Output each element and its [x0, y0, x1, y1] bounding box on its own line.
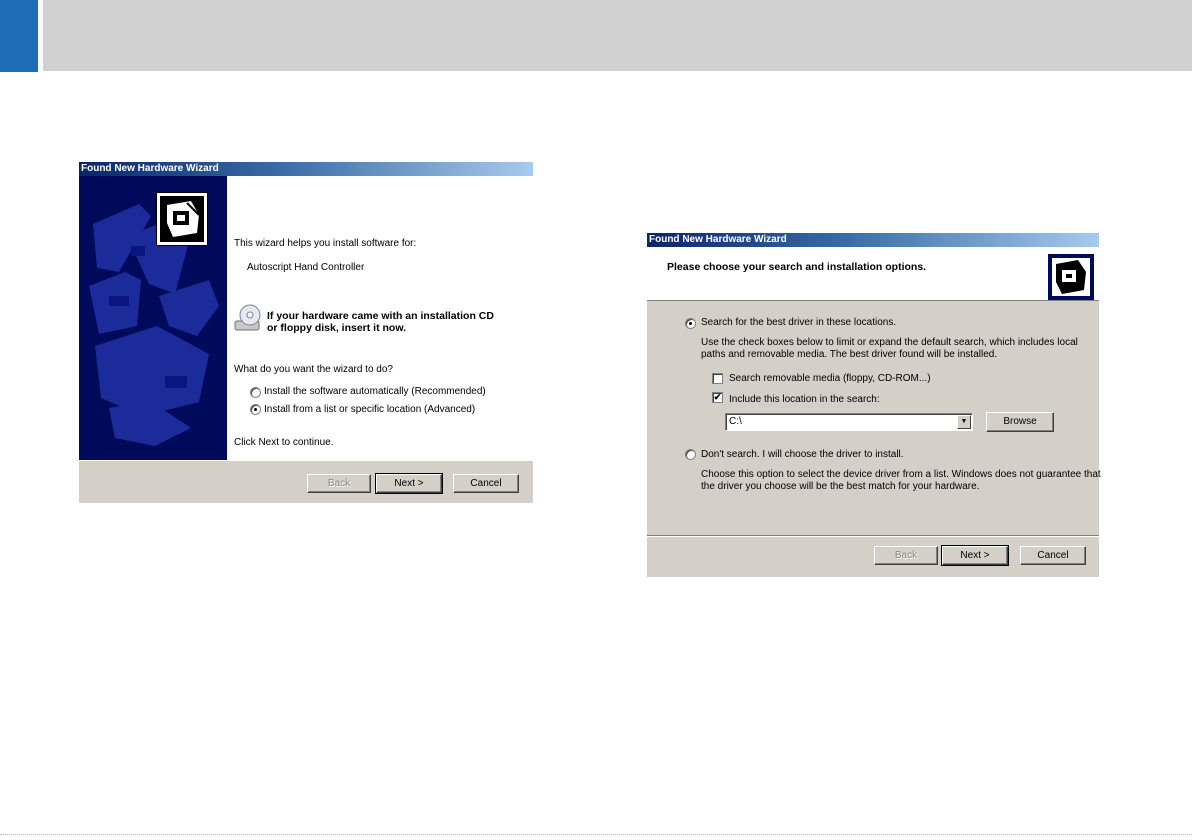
radio-dont-search[interactable] — [685, 449, 696, 460]
radio-install-auto[interactable] — [250, 387, 261, 398]
wizard-search-options-window: Found New Hardware Wizard Please choose … — [647, 233, 1101, 577]
hardware-icon — [156, 192, 208, 246]
cd-icon — [233, 303, 265, 333]
hardware-icon — [1048, 254, 1094, 300]
checkbox-include-location[interactable]: ✔ — [712, 392, 723, 403]
page-footer-divider — [0, 834, 1192, 835]
next-button[interactable]: Next > — [941, 545, 1009, 566]
dropdown-arrow-button[interactable]: ▼ — [957, 415, 971, 429]
dont-search-description-line2: the driver you choose will be the best m… — [701, 481, 980, 492]
window-title: Found New Hardware Wizard — [79, 162, 533, 176]
search-option-label: Search for the best driver in these loca… — [701, 317, 897, 328]
search-description-line1: Use the check boxes below to limit or ex… — [701, 337, 1078, 348]
page-accent-bar — [0, 0, 38, 72]
next-button[interactable]: Next > — [375, 473, 443, 494]
page-header-band — [43, 0, 1192, 71]
back-button[interactable]: Back — [874, 546, 938, 565]
radio-search-best-driver[interactable] — [685, 318, 696, 329]
wizard-question: What do you want the wizard to do? — [234, 364, 393, 375]
dont-search-option-label: Don't search. I will choose the driver t… — [701, 449, 904, 460]
option-install-auto-label: Install the software automatically (Reco… — [264, 386, 486, 397]
dont-search-description-line1: Choose this option to select the device … — [701, 469, 1101, 480]
device-name: Autoscript Hand Controller — [247, 262, 365, 273]
cancel-button[interactable]: Cancel — [1020, 546, 1086, 565]
checkbox-include-location-label: Include this location in the search: — [729, 394, 880, 405]
search-description-line2: paths and removable media. The best driv… — [701, 349, 998, 360]
footer-instruction: Click Next to continue. — [234, 437, 334, 448]
radio-install-advanced[interactable] — [250, 404, 261, 415]
wizard-intro-text: This wizard helps you install software f… — [234, 238, 417, 249]
cd-prompt-line1: If your hardware came with an installati… — [267, 310, 494, 322]
back-button[interactable]: Back — [307, 474, 371, 493]
checkbox-removable-media[interactable] — [712, 373, 723, 384]
cd-prompt-line2: or floppy disk, insert it now. — [267, 322, 407, 334]
wizard-heading: Please choose your search and installati… — [667, 261, 927, 273]
separator-line — [647, 535, 1099, 537]
checkbox-removable-media-label: Search removable media (floppy, CD-ROM..… — [729, 373, 931, 384]
location-combobox[interactable]: C:\ ▼ — [725, 413, 973, 431]
chevron-down-icon: ▼ — [960, 418, 968, 425]
option-install-advanced-label: Install from a list or specific location… — [264, 404, 476, 415]
cancel-button[interactable]: Cancel — [453, 474, 519, 493]
location-value: C:\ — [729, 416, 742, 427]
window-title: Found New Hardware Wizard — [647, 233, 1099, 247]
wizard-header-panel — [647, 247, 1099, 301]
wizard-welcome-window: Found New Hardware Wizard This wizard he… — [79, 162, 533, 503]
browse-button[interactable]: Browse — [986, 412, 1054, 432]
